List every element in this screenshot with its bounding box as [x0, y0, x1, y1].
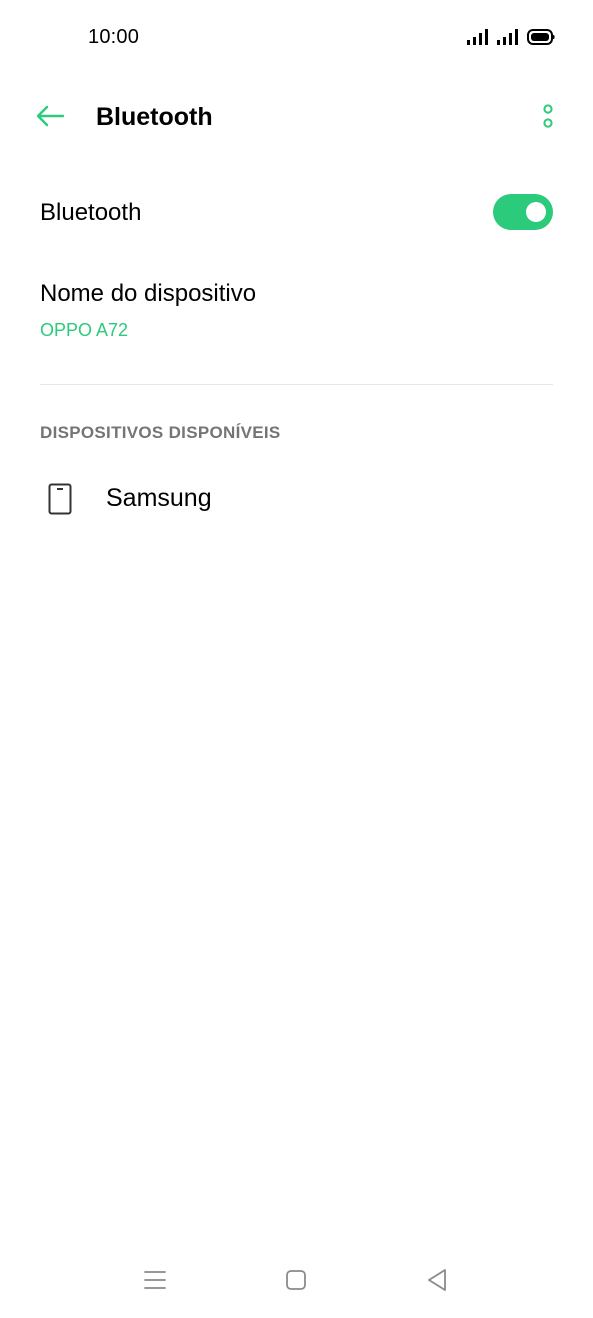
menu-icon — [144, 1270, 166, 1295]
page-title: Bluetooth — [96, 103, 213, 131]
device-name: Samsung — [106, 484, 212, 512]
bluetooth-row: Bluetooth — [0, 182, 593, 244]
battery-icon — [527, 28, 555, 51]
divider — [40, 384, 553, 385]
status-time: 10:00 — [88, 26, 140, 48]
home-button[interactable] — [276, 1266, 316, 1298]
status-icons — [467, 28, 555, 51]
list-item[interactable]: Samsung — [0, 466, 593, 532]
signal-icon — [497, 28, 519, 51]
bluetooth-label: Bluetooth — [40, 199, 142, 226]
home-icon — [285, 1269, 307, 1296]
navigation-bar — [0, 1250, 593, 1314]
more-vertical-icon — [542, 103, 554, 134]
section-header-available-devices: DISPOSITIVOS DISPONÍVEIS — [40, 423, 281, 442]
app-bar: Bluetooth — [0, 90, 593, 146]
more-options-button[interactable] — [533, 102, 563, 134]
nav-back-button[interactable] — [417, 1266, 457, 1298]
back-triangle-icon — [426, 1268, 448, 1297]
device-name-value: OPPO A72 — [40, 320, 129, 340]
recent-apps-button[interactable] — [135, 1266, 175, 1298]
device-name-row[interactable]: Nome do dispositivo OPPO A72 — [0, 268, 593, 354]
signal-icon — [467, 28, 489, 51]
back-button[interactable] — [30, 102, 70, 134]
device-name-label: Nome do dispositivo — [40, 280, 257, 307]
bluetooth-toggle[interactable] — [493, 194, 553, 230]
phone-icon — [48, 483, 72, 515]
toggle-knob — [526, 202, 546, 222]
status-bar: 10:00 — [0, 0, 593, 76]
arrow-left-icon — [35, 105, 65, 132]
